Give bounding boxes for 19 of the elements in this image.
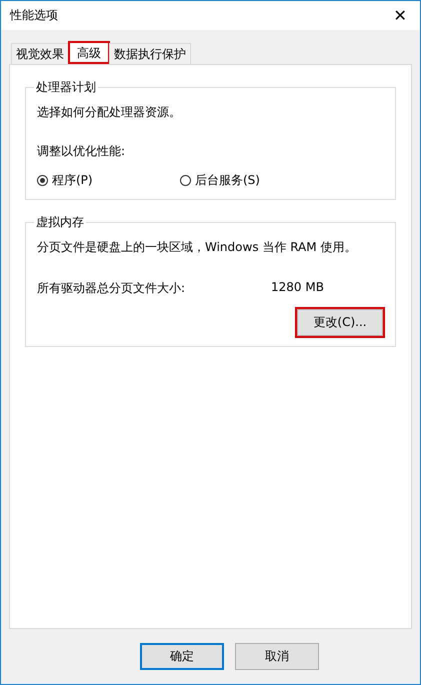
adjust-label: 调整以优化性能: (37, 143, 126, 160)
change-button[interactable]: 更改(C)... (297, 309, 383, 336)
dialog-button[interactable]: 确定 (140, 643, 224, 670)
window-title: 性能选项 (10, 7, 58, 24)
tab[interactable]: 视觉效果 (11, 43, 69, 64)
tab[interactable]: 高级 (68, 41, 110, 64)
description-text: 分页文件是硬盘上的一块区域，Windows 当作 RAM 使用。 (37, 239, 358, 256)
radio-option[interactable]: 后台服务(S) (180, 172, 323, 189)
dialog-button[interactable]: 取消 (235, 643, 319, 670)
radio-icon[interactable] (180, 175, 191, 186)
group-title: 处理器计划 (35, 79, 97, 96)
size-value: 1280 MB (271, 280, 324, 296)
size-label: 所有驱动器总分页文件大小: (37, 280, 186, 297)
close-button[interactable]: ✕ (380, 1, 420, 30)
description-text: 选择如何分配处理器资源。 (37, 104, 182, 121)
group-title: 虚拟内存 (35, 214, 85, 231)
radio-icon[interactable] (37, 175, 48, 186)
radio-option[interactable]: 程序(P) (37, 172, 180, 189)
tab[interactable]: 数据执行保护 (109, 43, 191, 64)
